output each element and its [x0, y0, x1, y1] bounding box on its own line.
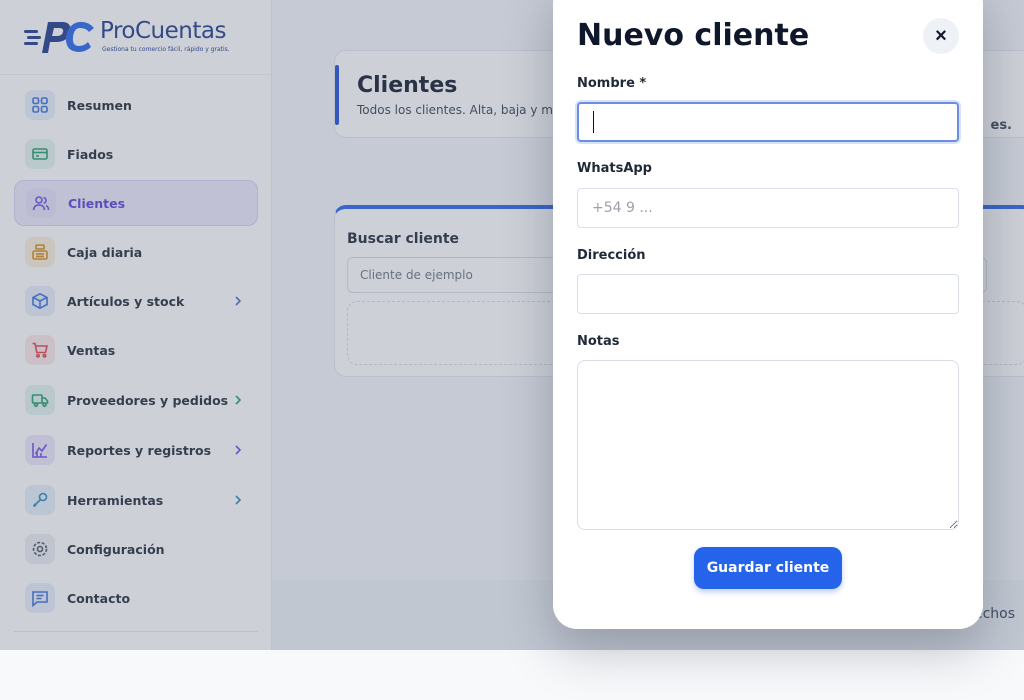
address-field[interactable] [577, 274, 959, 314]
notes-label: Notas [577, 334, 620, 349]
address-label: Dirección [577, 248, 646, 263]
text-cursor [593, 111, 594, 133]
whatsapp-label: WhatsApp [577, 161, 652, 176]
close-icon: × [935, 25, 947, 47]
notes-textarea[interactable] [577, 360, 959, 530]
name-label: Nombre * [577, 76, 647, 91]
close-button[interactable]: × [923, 18, 959, 54]
new-client-modal: Nuevo cliente × Nombre * WhatsApp Direcc… [553, 0, 983, 629]
save-client-button[interactable]: Guardar cliente [694, 547, 842, 589]
whatsapp-field[interactable] [577, 188, 959, 228]
name-field[interactable] [577, 102, 959, 142]
modal-title: Nuevo cliente [577, 18, 810, 53]
